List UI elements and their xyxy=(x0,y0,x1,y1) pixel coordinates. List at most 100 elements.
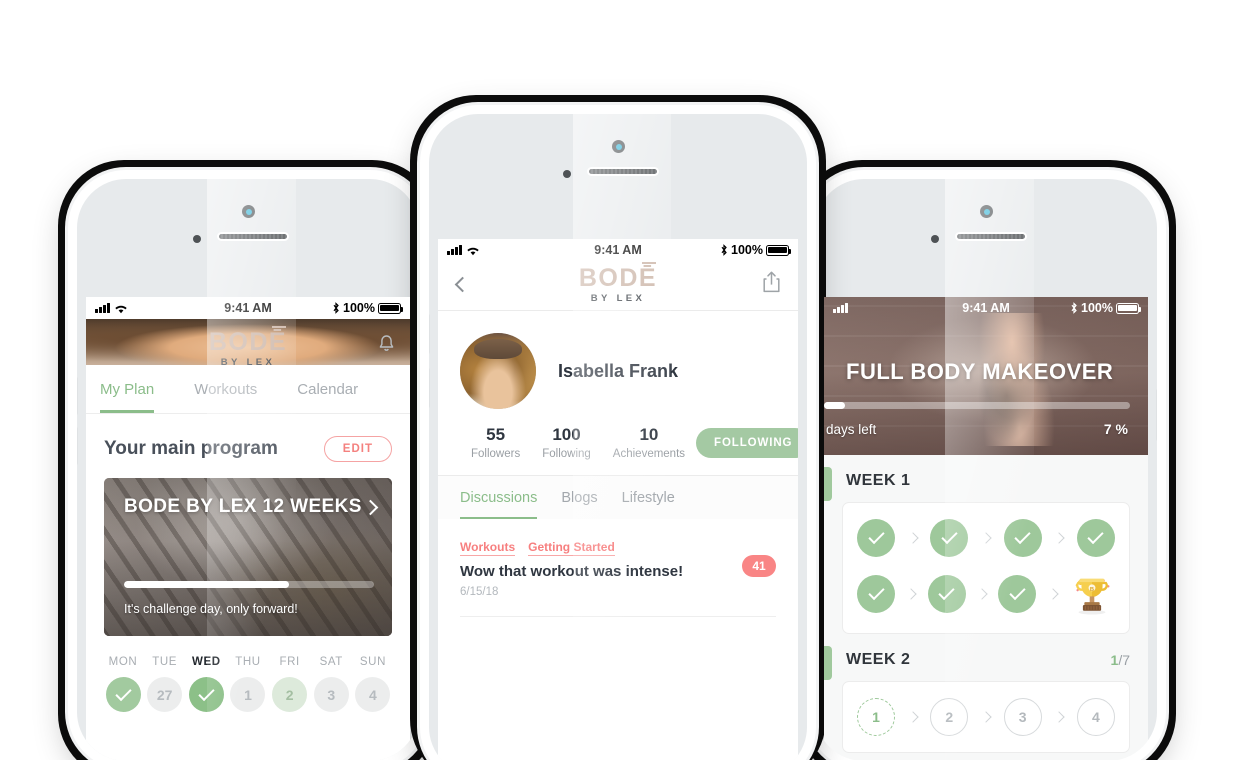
tab-discussions[interactable]: Discussions xyxy=(460,490,538,519)
week-day-label: SUN xyxy=(359,656,386,668)
left-phone-top-bezel xyxy=(77,179,419,275)
week-day-cell[interactable]: SUN 4 xyxy=(354,656,392,712)
following-button[interactable]: FOLLOWING xyxy=(696,427,798,458)
workout-node-locked[interactable]: 3 xyxy=(1003,698,1042,736)
profile-stat[interactable]: 100 Following xyxy=(531,425,602,460)
share-icon[interactable] xyxy=(761,270,782,299)
trophy-icon: B xyxy=(1075,578,1110,615)
profile-stat[interactable]: 10 Achievements xyxy=(602,425,696,460)
week-day-cell[interactable]: MON xyxy=(104,656,142,712)
bluetooth-icon xyxy=(333,302,339,314)
bell-icon[interactable] xyxy=(377,334,396,359)
brand-name: BODĒ xyxy=(208,328,288,356)
workout-node-completed[interactable] xyxy=(998,575,1037,613)
program-subtitle: It's challenge day, only forward! xyxy=(124,602,298,616)
workout-node-completed[interactable] xyxy=(857,519,895,557)
challenge-hero[interactable]: 9:41 AM 100% FULL BODY MAKEOVER days lef… xyxy=(824,297,1148,455)
trophy-icon: B xyxy=(1069,571,1115,617)
week-title: WEEK 1 xyxy=(846,472,911,489)
week-day-check[interactable] xyxy=(105,677,141,712)
power-button[interactable] xyxy=(1156,389,1157,441)
left-phone-screen: 9:41 AM 100% BODĒ BY LEX My Plan Workout… xyxy=(86,297,410,760)
program-card[interactable]: BODE BY LEX 12 WEEKS It's challenge day,… xyxy=(104,478,392,636)
center-phone: 9:41 AM 100% BODĒ BY LEX Isabella Frank … xyxy=(420,105,816,760)
chevron-right-icon xyxy=(976,588,988,600)
week-day-number[interactable]: 4 xyxy=(355,677,391,712)
week-accent-bar xyxy=(824,646,832,680)
discussion-item[interactable]: Workouts Getting Started Wow that workout … xyxy=(460,519,776,617)
earpiece-speaker xyxy=(587,167,659,176)
week-day-cell[interactable]: FRI 2 xyxy=(271,656,309,712)
volume-button[interactable] xyxy=(429,368,430,408)
status-bar-left xyxy=(447,245,480,256)
post-tag[interactable]: Workouts xyxy=(460,540,516,556)
workout-node-completed[interactable] xyxy=(1076,519,1115,557)
week-total-count: /7 xyxy=(1118,652,1130,668)
check-icon xyxy=(1009,583,1026,601)
days-left-label: days left xyxy=(826,422,877,437)
tab-workouts[interactable]: Workouts xyxy=(194,381,257,413)
stat-label: Following xyxy=(542,448,591,460)
stat-value: 55 xyxy=(486,425,506,444)
workout-node-completed[interactable] xyxy=(927,575,966,613)
week-node-row: B xyxy=(857,571,1115,617)
post-tag[interactable]: Getting Started xyxy=(528,540,615,556)
check-icon xyxy=(198,684,215,701)
brand-logo: BODĒ BY LEX xyxy=(438,261,798,304)
week-day-cell[interactable]: THU 1 xyxy=(229,656,267,712)
comment-count-badge: 41 xyxy=(742,555,776,577)
volume-button[interactable] xyxy=(77,377,78,415)
signal-bars-icon xyxy=(95,303,110,313)
profile-avatar[interactable] xyxy=(460,333,536,409)
macron-accent-icon xyxy=(642,261,657,264)
battery-percent-label: 100% xyxy=(1081,301,1113,315)
workout-node-completed[interactable] xyxy=(930,519,969,557)
week-day-number[interactable]: 3 xyxy=(313,677,349,712)
challenge-title: FULL BODY MAKEOVER xyxy=(846,359,1114,384)
week-day-number[interactable]: 1 xyxy=(230,677,266,712)
battery-icon xyxy=(1116,302,1142,314)
front-camera-icon xyxy=(242,205,255,218)
week-day-cell[interactable]: WED xyxy=(187,656,225,712)
workout-node-completed[interactable] xyxy=(1003,519,1042,557)
post-tag-list: Workouts Getting Started xyxy=(460,540,776,556)
stat-value: 100 xyxy=(552,425,581,444)
tab-my-plan[interactable]: My Plan xyxy=(100,381,155,413)
volume-button[interactable] xyxy=(429,314,430,354)
volume-button[interactable] xyxy=(77,427,78,465)
week-day-number[interactable]: 27 xyxy=(147,677,183,712)
tab-blogs[interactable]: Blogs xyxy=(561,490,597,519)
week-header: WEEK 2 1/7 xyxy=(824,634,1148,681)
brand-tagline: BY LEX xyxy=(590,292,646,304)
chevron-right-icon xyxy=(906,532,919,544)
workout-node-completed[interactable] xyxy=(857,575,895,613)
front-camera-icon xyxy=(612,140,625,153)
week-day-check[interactable] xyxy=(188,677,224,712)
left-navbar: BODĒ BY LEX xyxy=(86,319,410,367)
week-day-cell[interactable]: TUE 27 xyxy=(146,656,184,712)
tab-calendar[interactable]: Calendar xyxy=(297,381,358,413)
edit-button[interactable]: EDIT xyxy=(323,436,392,462)
week-day-label: THU xyxy=(235,656,261,668)
profile-header: Isabella Frank xyxy=(438,311,798,409)
status-bar-right: 100% xyxy=(332,301,404,315)
status-bar-right: 100% xyxy=(1070,301,1142,315)
stat-label: Followers xyxy=(471,448,521,460)
workout-node-current[interactable]: 1 xyxy=(857,698,895,736)
week-day-cell[interactable]: SAT 3 xyxy=(312,656,350,712)
tab-lifestyle[interactable]: Lifestyle xyxy=(622,490,675,519)
week-day-number[interactable]: 2 xyxy=(272,677,308,712)
week-day-label: TUE xyxy=(152,656,178,668)
earpiece-speaker xyxy=(217,232,289,241)
chevron-right-icon xyxy=(980,711,992,723)
challenge-percent: 7 % xyxy=(1103,421,1128,437)
brand-name: BODĒ xyxy=(578,263,658,292)
week-node-row: 1234 xyxy=(857,698,1115,736)
chevron-right-icon xyxy=(905,588,917,600)
discussion-list: Workouts Getting Started Wow that workout … xyxy=(438,519,798,760)
status-bar: 9:41 AM 100% xyxy=(86,297,410,319)
workout-node-locked[interactable]: 2 xyxy=(930,698,969,736)
workout-node-locked[interactable]: 4 xyxy=(1076,698,1115,736)
proximity-sensor-icon xyxy=(931,235,939,243)
profile-stat[interactable]: 55 Followers xyxy=(460,425,531,460)
